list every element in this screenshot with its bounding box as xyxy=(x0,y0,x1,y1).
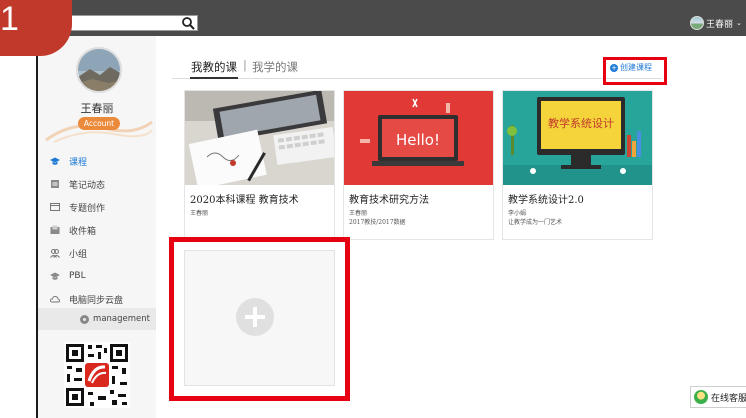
inbox-icon xyxy=(50,225,60,234)
gear-icon xyxy=(80,314,90,324)
sidebar-item-groups[interactable]: 小组 xyxy=(50,245,87,261)
create-course-button[interactable]: + 创建课程 xyxy=(610,62,652,73)
screenshot-stage: 王春丽 ⌄ 王春丽 Account 课程 笔记动态 专题创作 收件箱 小组 PB… xyxy=(0,0,746,418)
customer-service-icon xyxy=(694,390,708,404)
search-input[interactable] xyxy=(70,15,198,31)
sidebar-item-label: PBL xyxy=(69,271,86,281)
cover-title-text: 教学系统设计 xyxy=(548,116,614,130)
course-cover-image xyxy=(185,91,334,185)
step-number: 1 xyxy=(0,0,19,38)
course-meta: 王春丽 xyxy=(190,209,208,218)
course-meta: 李小娟 让教学成为一门艺术 xyxy=(508,209,562,227)
group-icon xyxy=(50,249,60,258)
tab-separator: | xyxy=(243,58,247,72)
sidebar-item-label: 专题创作 xyxy=(69,203,106,214)
search-icon[interactable] xyxy=(181,16,195,30)
course-title[interactable]: 教育技术研究方法 xyxy=(349,191,429,206)
course-cover-image: Hello! xyxy=(344,91,493,185)
notes-icon xyxy=(51,180,59,188)
add-course-card[interactable] xyxy=(184,250,335,386)
sidebar-item-inbox[interactable]: 收件箱 xyxy=(50,222,96,238)
online-service-button[interactable]: 在线客服 xyxy=(690,386,746,408)
course-card[interactable]: 2020本科课程 教育技术 王春丽 xyxy=(184,90,335,240)
course-teacher: 王春丽 xyxy=(349,210,368,217)
user-name-top[interactable]: 王春丽 xyxy=(706,17,733,30)
course-card[interactable]: 教学系统设计 教学系统设计2.0 李小娟 让教学成为一门艺术 xyxy=(502,90,653,240)
qr-code xyxy=(64,342,130,408)
sidebar-item-pbl[interactable]: PBL xyxy=(50,268,86,284)
course-card[interactable]: Hello! 教育技术研究方法 王春丽 2017教技/2017数据 xyxy=(343,90,494,240)
management-label: management xyxy=(93,314,150,324)
tab-teaching-courses[interactable]: 我教的课 xyxy=(191,59,237,75)
course-teacher: 李小娟 xyxy=(508,210,527,217)
sidebar-item-cloud[interactable]: 电脑同步云盘 xyxy=(50,291,123,307)
course-description: 让教学成为一门艺术 xyxy=(508,219,563,226)
chevron-down-icon[interactable]: ⌄ xyxy=(736,19,742,27)
sidebar-item-label: 收件箱 xyxy=(69,226,97,237)
course-cover-image: 教学系统设计 xyxy=(503,91,652,185)
sidebar-item-courses[interactable]: 课程 xyxy=(50,153,87,169)
sidebar-item-notes[interactable]: 笔记动态 xyxy=(50,176,105,192)
course-title[interactable]: 2020本科课程 教育技术 xyxy=(190,191,299,206)
sidebar-item-label: 小组 xyxy=(69,249,88,260)
online-service-label: 在线客服 xyxy=(711,393,746,404)
active-tab-indicator xyxy=(190,77,238,79)
sidebar: 王春丽 Account 课程 笔记动态 专题创作 收件箱 小组 PBL 电脑同步… xyxy=(38,36,156,418)
cloud-icon xyxy=(50,295,60,303)
top-bar: 王春丽 ⌄ xyxy=(0,0,746,36)
sidebar-item-label: 电脑同步云盘 xyxy=(69,295,124,306)
tab-learning-courses[interactable]: 我学的课 xyxy=(252,59,298,75)
step-badge: 1 xyxy=(0,0,72,56)
course-meta: 王春丽 2017教技/2017数据 xyxy=(349,209,406,227)
sidebar-item-label: 课程 xyxy=(69,157,88,168)
avatar[interactable] xyxy=(76,47,122,93)
pbl-icon xyxy=(50,272,60,280)
course-title[interactable]: 教学系统设计2.0 xyxy=(508,191,584,206)
course-description: 2017教技/2017数据 xyxy=(349,219,406,226)
topic-icon xyxy=(50,203,60,211)
account-button[interactable]: Account xyxy=(78,117,120,130)
user-avatar-small[interactable] xyxy=(690,16,704,30)
tab-divider xyxy=(172,78,662,79)
plus-circle-icon: + xyxy=(610,63,618,72)
course-teacher: 王春丽 xyxy=(190,210,209,217)
cover-hello-text: Hello! xyxy=(396,131,440,149)
management-button[interactable]: management xyxy=(38,308,156,330)
sidebar-item-topics[interactable]: 专题创作 xyxy=(50,199,105,215)
add-plus-icon[interactable] xyxy=(236,298,274,336)
graduation-cap-icon xyxy=(50,157,60,165)
create-course-label: 创建课程 xyxy=(620,63,652,72)
sidebar-item-label: 笔记动态 xyxy=(69,180,106,191)
